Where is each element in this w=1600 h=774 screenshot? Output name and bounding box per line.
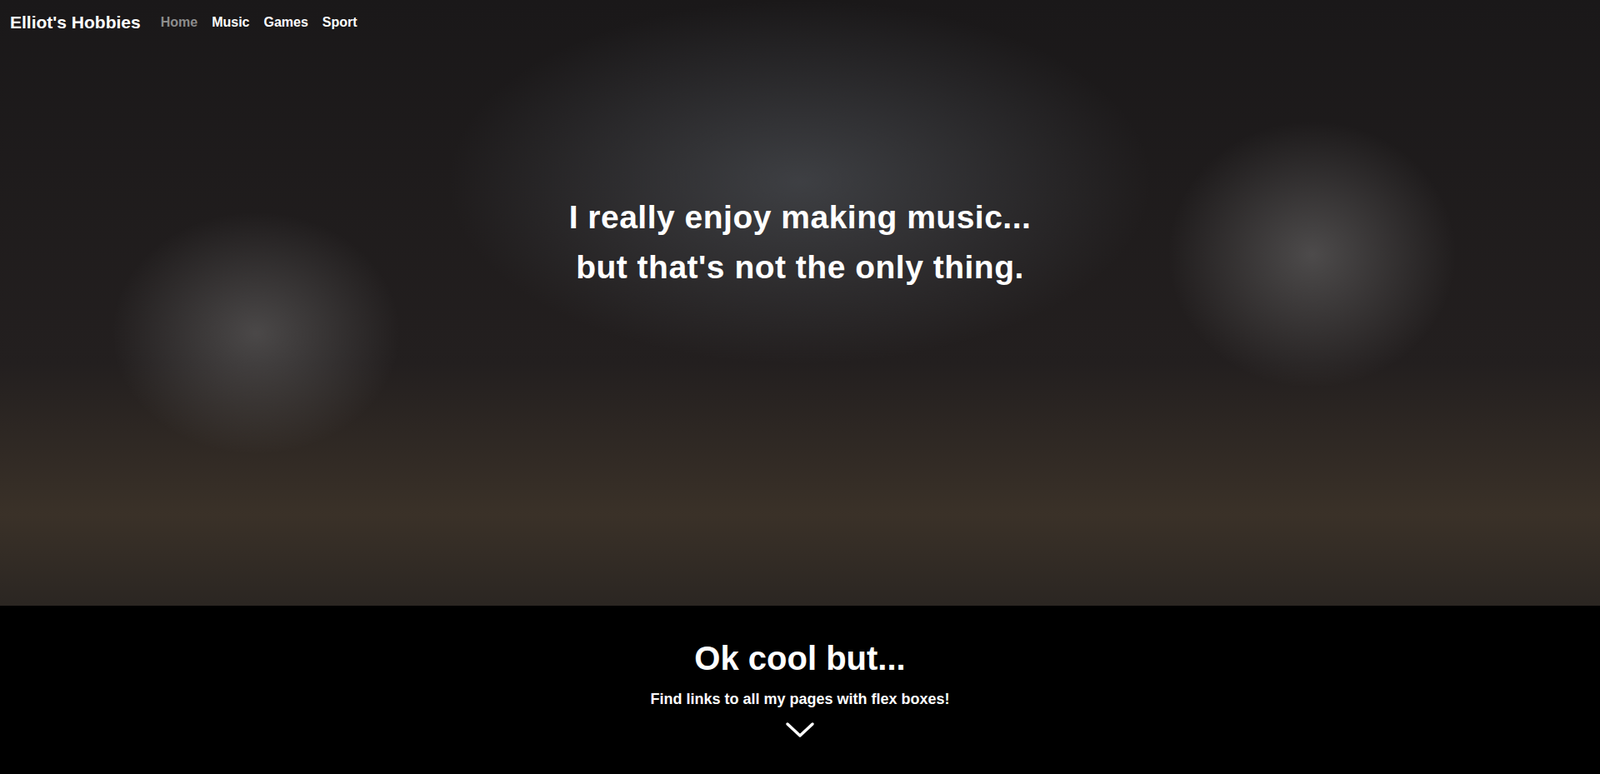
nav-link[interactable]: Music [211,12,250,33]
nav-link[interactable]: Home [160,12,198,33]
links-section: Ok cool but... Find links to all my pages… [0,605,1600,774]
nav-links: Home Music Games Sport [160,12,358,33]
nav-link[interactable]: Sport [322,12,358,33]
section-title: Ok cool but... [0,637,1600,680]
hero-line: I really enjoy making music... [0,192,1600,243]
chevron-down-icon[interactable] [785,720,815,740]
navbar: Elliot's Hobbies Home Music Games Sport [0,0,1600,45]
nav-link[interactable]: Games [263,12,308,33]
section-subtitle: Find links to all my pages with flex box… [0,689,1600,710]
hero-text: I really enjoy making music...but that's… [0,192,1600,293]
scroll-down-button[interactable] [0,709,1600,740]
hero-line: but that's not the only thing. [0,242,1600,293]
brand-link[interactable]: Elliot's Hobbies [10,9,141,36]
hero-section: Elliot's Hobbies Home Music Games Sport I rea… [0,0,1600,606]
